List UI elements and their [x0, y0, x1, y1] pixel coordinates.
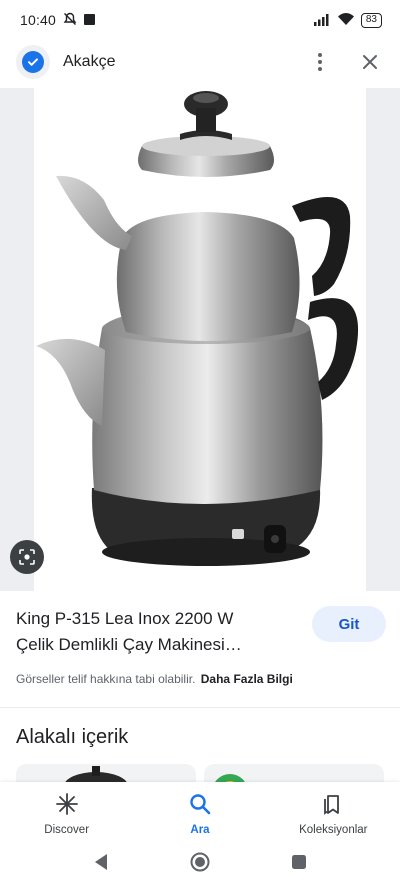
wifi-icon: [337, 12, 355, 29]
system-navigation-bar: [0, 840, 400, 888]
nav-collections[interactable]: Koleksiyonlar: [267, 782, 400, 840]
bottom-navigation: Discover Ara Koleksiyonlar: [0, 782, 400, 840]
related-content-heading: Alakalı içerik: [16, 726, 129, 748]
nav-collections-label: Koleksiyonlar: [299, 824, 368, 836]
site-name[interactable]: Akakçe: [63, 53, 115, 71]
status-time: 10:40: [20, 12, 57, 28]
nav-search[interactable]: Ara: [133, 782, 266, 840]
home-icon[interactable]: [189, 851, 211, 878]
result-header: Akakçe: [0, 40, 400, 84]
mute-bell-icon: [63, 12, 77, 29]
product-title[interactable]: King P-315 Lea Inox 2200 W Çelik Demlikl…: [16, 606, 298, 658]
site-favicon: [16, 45, 50, 79]
battery-indicator: 83: [360, 12, 382, 28]
product-title-line-2: Çelik Demlikli Çay Makinesi…: [16, 635, 242, 654]
copyright-text: Görseller telif hakkına tabi olabilir.: [16, 672, 196, 686]
collections-icon: [322, 793, 344, 820]
status-bar: 10:40 83: [0, 0, 400, 40]
product-title-line-1: King P-315 Lea Inox 2200 W: [16, 609, 234, 628]
visit-button[interactable]: Git: [312, 606, 386, 642]
product-info: King P-315 Lea Inox 2200 W Çelik Demlikl…: [16, 606, 386, 658]
section-divider: [0, 707, 400, 708]
nav-search-label: Ara: [190, 824, 210, 836]
image-backdrop-left: [0, 88, 34, 591]
signal-icon: [313, 12, 331, 29]
copyright-notice: Görseller telif hakkına tabi olabilir. D…: [16, 672, 293, 686]
image-backdrop-right: [366, 88, 400, 591]
more-info-link[interactable]: Daha Fazla Bilgi: [201, 672, 293, 686]
nav-discover-label: Discover: [44, 824, 90, 836]
search-icon: [189, 793, 211, 820]
recents-icon[interactable]: [291, 854, 307, 875]
more-options-icon[interactable]: [308, 50, 332, 74]
nav-discover[interactable]: Discover: [0, 782, 133, 840]
lens-search-icon[interactable]: [10, 540, 44, 574]
product-image[interactable]: [0, 88, 400, 591]
tea-maker-illustration: [36, 91, 359, 566]
asterisk-icon: [55, 793, 78, 820]
notification-square-icon: [84, 12, 96, 28]
back-icon[interactable]: [93, 853, 109, 876]
close-icon[interactable]: [358, 50, 382, 74]
